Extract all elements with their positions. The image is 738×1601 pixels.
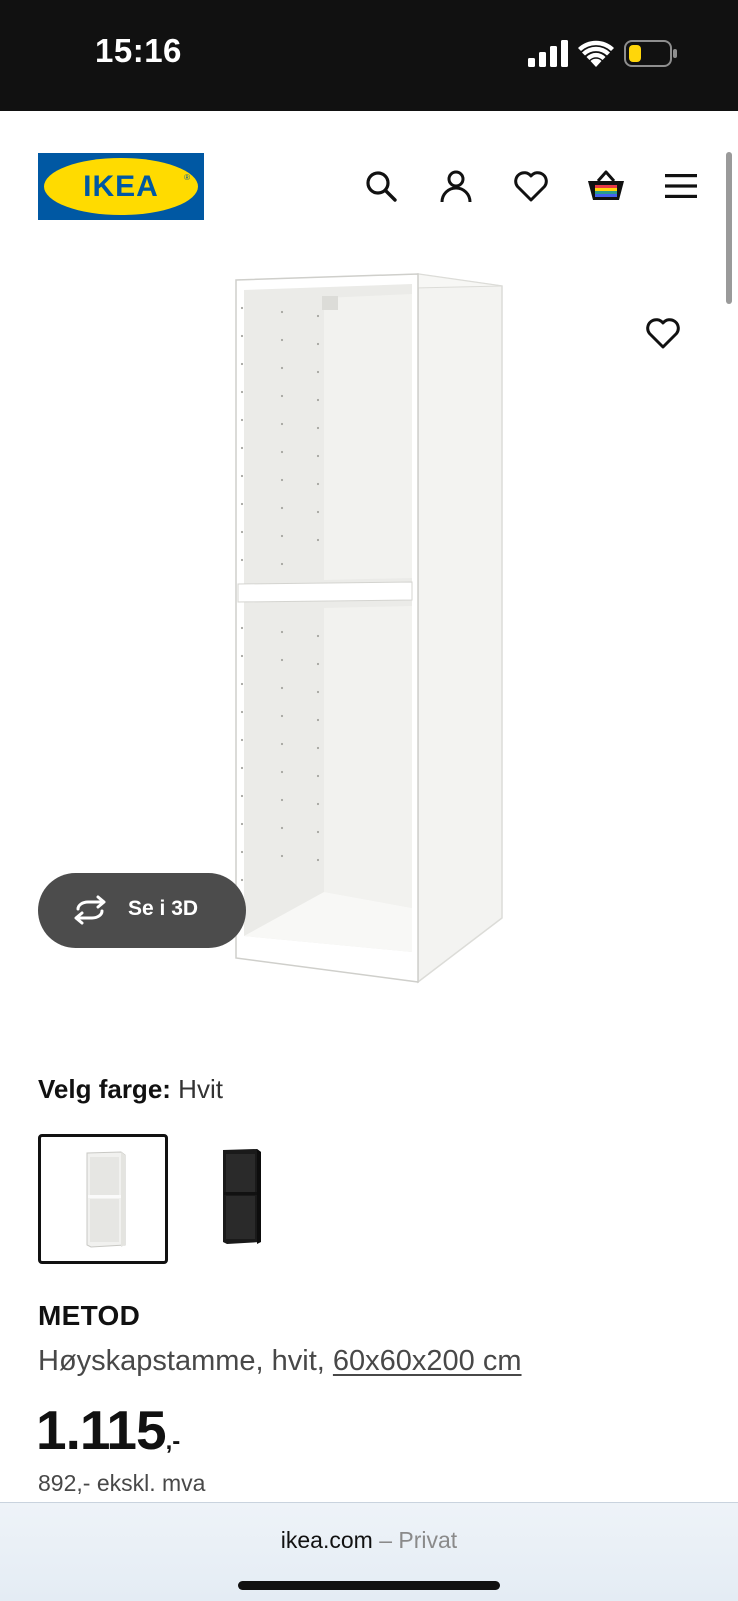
url-display[interactable]: ikea.com – Privat [0, 1527, 738, 1554]
heart-icon[interactable] [509, 164, 553, 208]
ikea-logo[interactable]: IKEA ® [38, 153, 204, 220]
user-icon[interactable] [434, 164, 478, 208]
status-bar: 15:16 [0, 0, 738, 111]
price-integer: 1.115 [36, 1399, 167, 1461]
swatch-white[interactable] [38, 1134, 168, 1264]
product-image[interactable] [234, 268, 504, 984]
favorite-heart-icon[interactable] [642, 312, 684, 354]
product-dimensions-link[interactable]: 60x60x200 cm [333, 1345, 522, 1377]
menu-icon[interactable] [659, 164, 703, 208]
logo-text: IKEA [83, 170, 159, 203]
wifi-icon [578, 40, 614, 67]
rotate-3d-icon [74, 895, 106, 925]
color-selector-label: Velg farge: Hvit [38, 1074, 223, 1105]
product-name: METOD [38, 1300, 141, 1331]
basket-icon[interactable] [584, 164, 628, 208]
site-header: IKEA ® [0, 111, 738, 261]
browser-address-bar[interactable]: ikea.com – Privat [0, 1502, 738, 1601]
price-excl-vat: 892,- ekskl. mva [38, 1470, 206, 1496]
search-icon[interactable] [359, 164, 403, 208]
private-mode-label: Privat [398, 1527, 458, 1553]
product-description: Høyskapstamme, hvit, 60x60x200 cm [38, 1345, 522, 1378]
url-domain: ikea.com [280, 1527, 373, 1553]
color-label: Velg farge: [38, 1074, 171, 1104]
signal-icon [528, 40, 568, 67]
product-type: Høyskapstamme, hvit, [38, 1345, 333, 1377]
color-value: Hvit [178, 1074, 223, 1104]
clock: 15:16 [95, 32, 182, 69]
registered-mark: ® [184, 173, 190, 182]
battery-icon [624, 40, 677, 67]
url-separator: – [379, 1527, 393, 1553]
product-price: 1.115,- [36, 1398, 180, 1462]
swatch-black[interactable] [177, 1134, 307, 1264]
view-3d-label: Se i 3D [128, 897, 199, 920]
view-3d-button[interactable]: Se i 3D [38, 873, 246, 948]
page-scrollbar[interactable] [726, 152, 732, 304]
price-suffix: ,- [165, 1428, 181, 1455]
home-indicator[interactable] [238, 1581, 500, 1590]
